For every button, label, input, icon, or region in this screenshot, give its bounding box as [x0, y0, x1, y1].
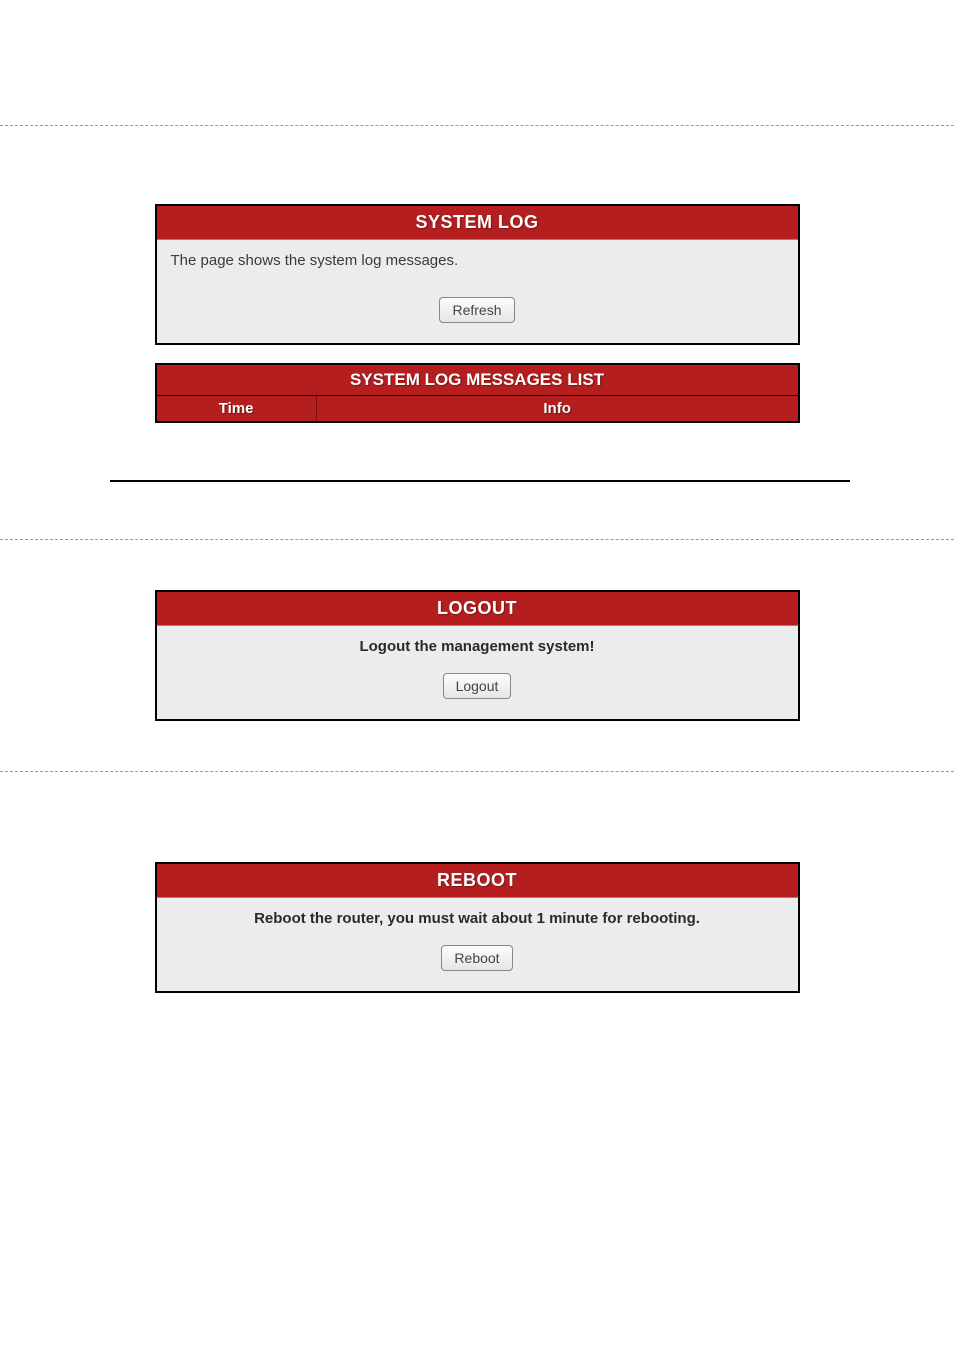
- column-header-info: Info: [317, 396, 798, 421]
- system-log-body: The page shows the system log messages. …: [157, 239, 798, 343]
- page-root: SYSTEM LOG The page shows the system log…: [0, 0, 954, 993]
- spacer: [0, 0, 954, 125]
- refresh-button[interactable]: Refresh: [439, 297, 514, 323]
- reboot-description: Reboot the router, you must wait about 1…: [171, 910, 784, 927]
- logout-button[interactable]: Logout: [443, 673, 512, 699]
- reboot-body: Reboot the router, you must wait about 1…: [157, 897, 798, 991]
- logout-title: LOGOUT: [157, 592, 798, 625]
- system-log-title: SYSTEM LOG: [157, 206, 798, 239]
- spacer: [0, 126, 954, 204]
- system-log-description: The page shows the system log messages.: [171, 252, 784, 269]
- spacer: [0, 502, 954, 539]
- spacer: [0, 772, 954, 862]
- logout-body: Logout the management system! Logout: [157, 625, 798, 719]
- divider-solid: [110, 480, 850, 482]
- logout-description: Logout the management system!: [171, 638, 784, 655]
- spacer: [0, 423, 954, 460]
- spacer: [0, 721, 954, 771]
- messages-table-header: Time Info: [157, 395, 798, 421]
- reboot-title: REBOOT: [157, 864, 798, 897]
- messages-table: SYSTEM LOG MESSAGES LIST Time Info: [155, 363, 800, 423]
- column-header-time: Time: [157, 396, 317, 421]
- system-log-actions: Refresh: [171, 297, 784, 323]
- messages-table-title: SYSTEM LOG MESSAGES LIST: [157, 365, 798, 395]
- spacer: [0, 540, 954, 590]
- reboot-button[interactable]: Reboot: [441, 945, 512, 971]
- logout-panel: LOGOUT Logout the management system! Log…: [155, 590, 800, 721]
- reboot-panel: REBOOT Reboot the router, you must wait …: [155, 862, 800, 993]
- system-log-panel: SYSTEM LOG The page shows the system log…: [155, 204, 800, 345]
